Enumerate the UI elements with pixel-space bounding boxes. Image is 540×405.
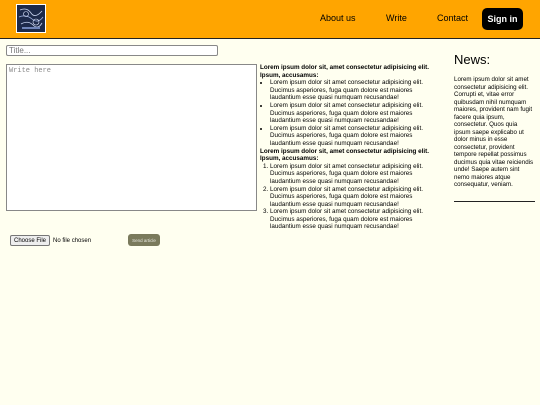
nav-write[interactable]: Write (386, 13, 407, 23)
send-article-button[interactable]: Send article (128, 234, 160, 246)
nav-about-us[interactable]: About us (320, 13, 356, 23)
news-text: Lorem ipsum dolor sit amet consectetur a… (454, 76, 534, 188)
preview-numbered-list: Lorem ipsum dolor sit amet consectetur a… (260, 163, 440, 231)
list-item: Lorem ipsum dolor sit amet consectetur a… (270, 125, 440, 148)
list-item: Lorem ipsum dolor sit amet consectetur a… (270, 186, 440, 209)
preview-heading: Lorem ipsum dolor sit, amet consectetur … (260, 64, 430, 79)
nav-contact[interactable]: Contact (437, 13, 468, 23)
sign-in-button[interactable]: Sign in (482, 8, 523, 30)
article-body-textarea[interactable] (6, 64, 257, 211)
list-item: Lorem ipsum dolor sit amet consectetur a… (270, 79, 440, 102)
list-item: Lorem ipsum dolor sit amet consectetur a… (270, 102, 440, 125)
news-divider (454, 201, 535, 202)
list-item: Lorem ipsum dolor sit amet consectetur a… (270, 163, 440, 186)
logo-icon[interactable] (16, 4, 46, 33)
news-heading: News: (454, 52, 491, 67)
choose-file-button[interactable]: Choose File (10, 235, 51, 246)
title-input[interactable] (6, 45, 218, 56)
preview-heading: Lorem ipsum dolor sit, amet consectetur … (260, 147, 430, 163)
article-preview: Lorem ipsum dolor sit, amet consectetur … (260, 64, 440, 231)
list-item: Lorem ipsum dolor sit amet consectetur a… (270, 208, 440, 231)
site-header: About us Write Contact Sign in (0, 0, 540, 39)
preview-bullet-list: Lorem ipsum dolor sit amet consectetur a… (260, 79, 440, 147)
file-status: No file chosen (53, 237, 92, 244)
file-upload: Choose File No file chosen (10, 235, 91, 246)
